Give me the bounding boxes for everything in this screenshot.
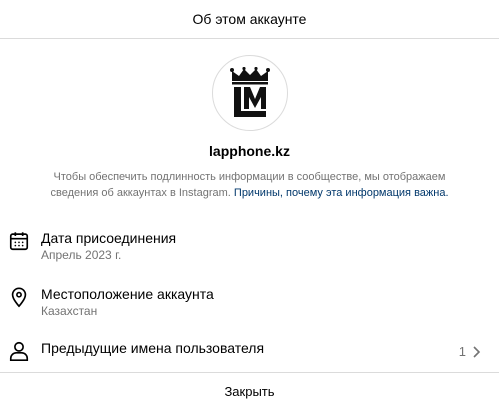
- chevron-right-icon: [473, 345, 481, 358]
- location-pin-icon: [11, 287, 27, 308]
- account-location-row: Местоположение аккаунта Казахстан: [0, 286, 499, 319]
- dialog-header: Об этом аккаунте: [0, 0, 499, 39]
- join-date-title: Дата присоединения: [41, 230, 177, 246]
- avatar-wrap: [0, 55, 499, 131]
- join-date-row: Дата присоединения Апрель 2023 г.: [0, 230, 499, 263]
- info-description: Чтобы обеспечить подлинность информации …: [30, 169, 469, 201]
- about-account-dialog: Об этом аккаунте lapphone.kz Чтобы обесп…: [0, 0, 499, 409]
- account-location-title: Местоположение аккаунта: [41, 286, 214, 302]
- join-date-value: Апрель 2023 г.: [41, 248, 122, 262]
- user-icon: [9, 341, 29, 361]
- account-username: lapphone.kz: [209, 143, 290, 159]
- close-button-label: Закрыть: [224, 384, 275, 399]
- lm-crown-logo: [229, 67, 270, 117]
- previous-usernames-title: Предыдущие имена пользователя: [41, 340, 265, 356]
- previous-usernames-row[interactable]: Предыдущие имена пользователя 1: [0, 340, 499, 362]
- dialog-title: Об этом аккаунте: [192, 11, 307, 27]
- account-location-value: Казахстан: [41, 304, 98, 318]
- learn-why-link[interactable]: Причины, почему эта информация важна.: [234, 187, 449, 199]
- close-button[interactable]: Закрыть: [0, 372, 499, 410]
- calendar-icon: [9, 232, 29, 251]
- previous-usernames-count-wrap: 1: [459, 344, 481, 359]
- avatar[interactable]: [211, 55, 288, 131]
- previous-usernames-count: 1: [458, 344, 466, 359]
